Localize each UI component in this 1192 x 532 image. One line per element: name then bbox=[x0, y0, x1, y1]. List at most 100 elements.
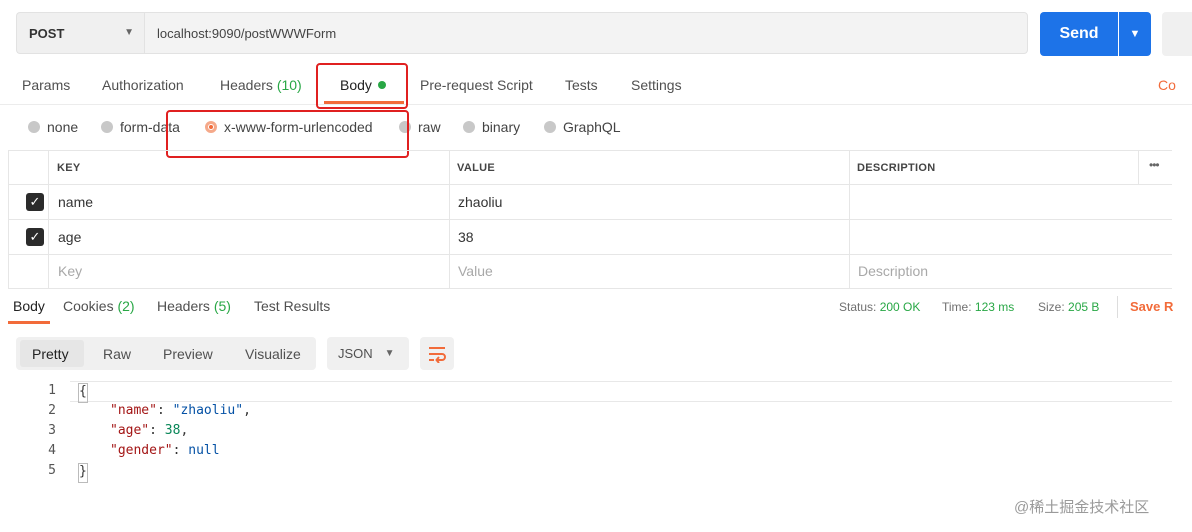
status-label: Status: bbox=[839, 300, 877, 314]
line-number: 2 bbox=[48, 403, 56, 418]
new-description-input[interactable]: Description bbox=[858, 263, 928, 279]
json-string: "zhaoliu" bbox=[172, 403, 244, 418]
json-key: "name" bbox=[110, 403, 157, 418]
tab-settings[interactable]: Settings bbox=[631, 77, 682, 93]
url-input[interactable]: localhost:9090/postWWWForm bbox=[144, 12, 1028, 54]
response-tab-test-results[interactable]: Test Results bbox=[254, 298, 330, 314]
table-border bbox=[8, 150, 1172, 151]
tab-tests[interactable]: Tests bbox=[565, 77, 598, 93]
code-line: 1 { bbox=[36, 383, 251, 403]
view-preview-button[interactable]: Preview bbox=[163, 346, 213, 362]
param-key-cell[interactable]: age bbox=[58, 229, 81, 245]
chevron-down-icon: ▼ bbox=[124, 27, 134, 38]
row-checkbox-age[interactable]: ✓ bbox=[26, 228, 44, 246]
tab-prerequest-script[interactable]: Pre-request Script bbox=[420, 77, 533, 93]
json-null: null bbox=[188, 443, 220, 458]
radio-binary[interactable]: binary bbox=[463, 119, 520, 135]
format-select[interactable]: JSON ▼ bbox=[327, 337, 409, 370]
method-label: POST bbox=[29, 25, 65, 41]
send-options-chevron-icon[interactable]: ▼ bbox=[1119, 12, 1151, 56]
radio-dot-icon bbox=[544, 121, 556, 133]
code-editor[interactable]: 1 { 2 "name": "zhaoliu", 3 "age": 38, 4 … bbox=[36, 383, 251, 483]
code-line: 3 "age": 38, bbox=[36, 423, 251, 443]
tab-authorization[interactable]: Authorization bbox=[102, 77, 184, 93]
table-border bbox=[8, 184, 1172, 185]
table-border bbox=[8, 219, 1172, 220]
tab-headers-count: (10) bbox=[276, 77, 302, 93]
wrap-lines-icon bbox=[429, 346, 446, 363]
url-text: localhost:9090/postWWWForm bbox=[157, 25, 337, 41]
code-line: 4 "gender": null bbox=[36, 443, 251, 463]
response-tab-body[interactable]: Body bbox=[13, 298, 45, 314]
chevron-down-icon: ▼ bbox=[384, 348, 395, 359]
tabs-divider bbox=[0, 104, 1192, 105]
open-brace: { bbox=[78, 383, 88, 403]
radio-raw-label: raw bbox=[418, 119, 441, 135]
close-brace: } bbox=[78, 463, 88, 483]
table-border bbox=[849, 150, 850, 288]
radio-dot-icon bbox=[463, 121, 475, 133]
param-value-cell[interactable]: zhaoliu bbox=[458, 194, 502, 210]
tab-headers-label: Headers bbox=[220, 77, 273, 93]
watermark: @稀土掘金技术社区 bbox=[1014, 499, 1150, 516]
line-number: 1 bbox=[48, 383, 56, 398]
column-header-key: KEY bbox=[57, 162, 81, 174]
format-label: JSON bbox=[338, 346, 373, 361]
column-header-value: VALUE bbox=[457, 162, 495, 174]
response-tab-headers-count: (5) bbox=[213, 298, 231, 314]
size-indicator: Size: 205 B bbox=[1038, 300, 1099, 314]
highlight-box-body-tab bbox=[316, 63, 408, 109]
status-value: 200 OK bbox=[879, 300, 921, 314]
table-border bbox=[48, 150, 49, 288]
radio-dot-icon bbox=[101, 121, 113, 133]
view-raw-button[interactable]: Raw bbox=[103, 346, 131, 362]
line-number: 3 bbox=[48, 423, 56, 438]
time-indicator: Time: 123 ms bbox=[942, 300, 1014, 314]
code-line: 5 } bbox=[36, 463, 251, 483]
new-key-input[interactable]: Key bbox=[58, 263, 82, 279]
code-entry-age: "age": 38, bbox=[110, 423, 189, 438]
more-options-icon[interactable]: ••• bbox=[1149, 158, 1160, 172]
save-button[interactable] bbox=[1162, 12, 1192, 56]
code-entry-gender: "gender": null bbox=[110, 443, 220, 458]
tab-headers[interactable]: Headers (10) bbox=[220, 77, 302, 93]
wrap-lines-button[interactable] bbox=[420, 337, 454, 370]
tab-params[interactable]: Params bbox=[22, 77, 70, 93]
time-label: Time: bbox=[942, 300, 972, 314]
send-button[interactable]: Send bbox=[1040, 12, 1118, 56]
size-value: 205 B bbox=[1068, 300, 1100, 314]
response-tab-cookies[interactable]: Cookies (2) bbox=[63, 298, 135, 314]
save-response-button[interactable]: Save R bbox=[1130, 299, 1173, 314]
radio-none[interactable]: none bbox=[28, 119, 78, 135]
param-value-cell[interactable]: 38 bbox=[458, 229, 474, 245]
divider bbox=[1117, 296, 1118, 318]
time-value: 123 ms bbox=[974, 300, 1015, 314]
line-number: 4 bbox=[48, 443, 56, 458]
size-label: Size: bbox=[1038, 300, 1065, 314]
cookies-link[interactable]: Co bbox=[1158, 77, 1176, 93]
json-number: 38 bbox=[164, 423, 181, 438]
method-select[interactable]: POST ▼ bbox=[16, 12, 144, 54]
json-key: "age" bbox=[110, 423, 150, 438]
param-key-cell[interactable]: name bbox=[58, 194, 93, 210]
response-tab-headers[interactable]: Headers (5) bbox=[157, 298, 231, 314]
new-value-input[interactable]: Value bbox=[458, 263, 493, 279]
table-border bbox=[449, 150, 450, 288]
table-border bbox=[1138, 150, 1139, 184]
response-tab-cookies-count: (2) bbox=[117, 298, 135, 314]
response-tab-headers-label: Headers bbox=[157, 298, 210, 314]
table-border bbox=[8, 254, 1172, 255]
view-visualize-button[interactable]: Visualize bbox=[245, 346, 301, 362]
code-entry-name: "name": "zhaoliu", bbox=[110, 403, 251, 418]
radio-graphql[interactable]: GraphQL bbox=[544, 119, 621, 135]
response-tab-cookies-label: Cookies bbox=[63, 298, 114, 314]
table-border bbox=[8, 150, 9, 288]
view-pretty-button[interactable]: Pretty bbox=[32, 346, 69, 362]
radio-binary-label: binary bbox=[482, 119, 521, 135]
radio-dot-icon bbox=[28, 121, 40, 133]
status-indicator: Status: 200 OK bbox=[839, 300, 920, 314]
radio-none-label: none bbox=[47, 119, 79, 135]
row-checkbox-name[interactable]: ✓ bbox=[26, 193, 44, 211]
radio-graphql-label: GraphQL bbox=[563, 119, 621, 135]
table-border bbox=[8, 288, 1172, 289]
